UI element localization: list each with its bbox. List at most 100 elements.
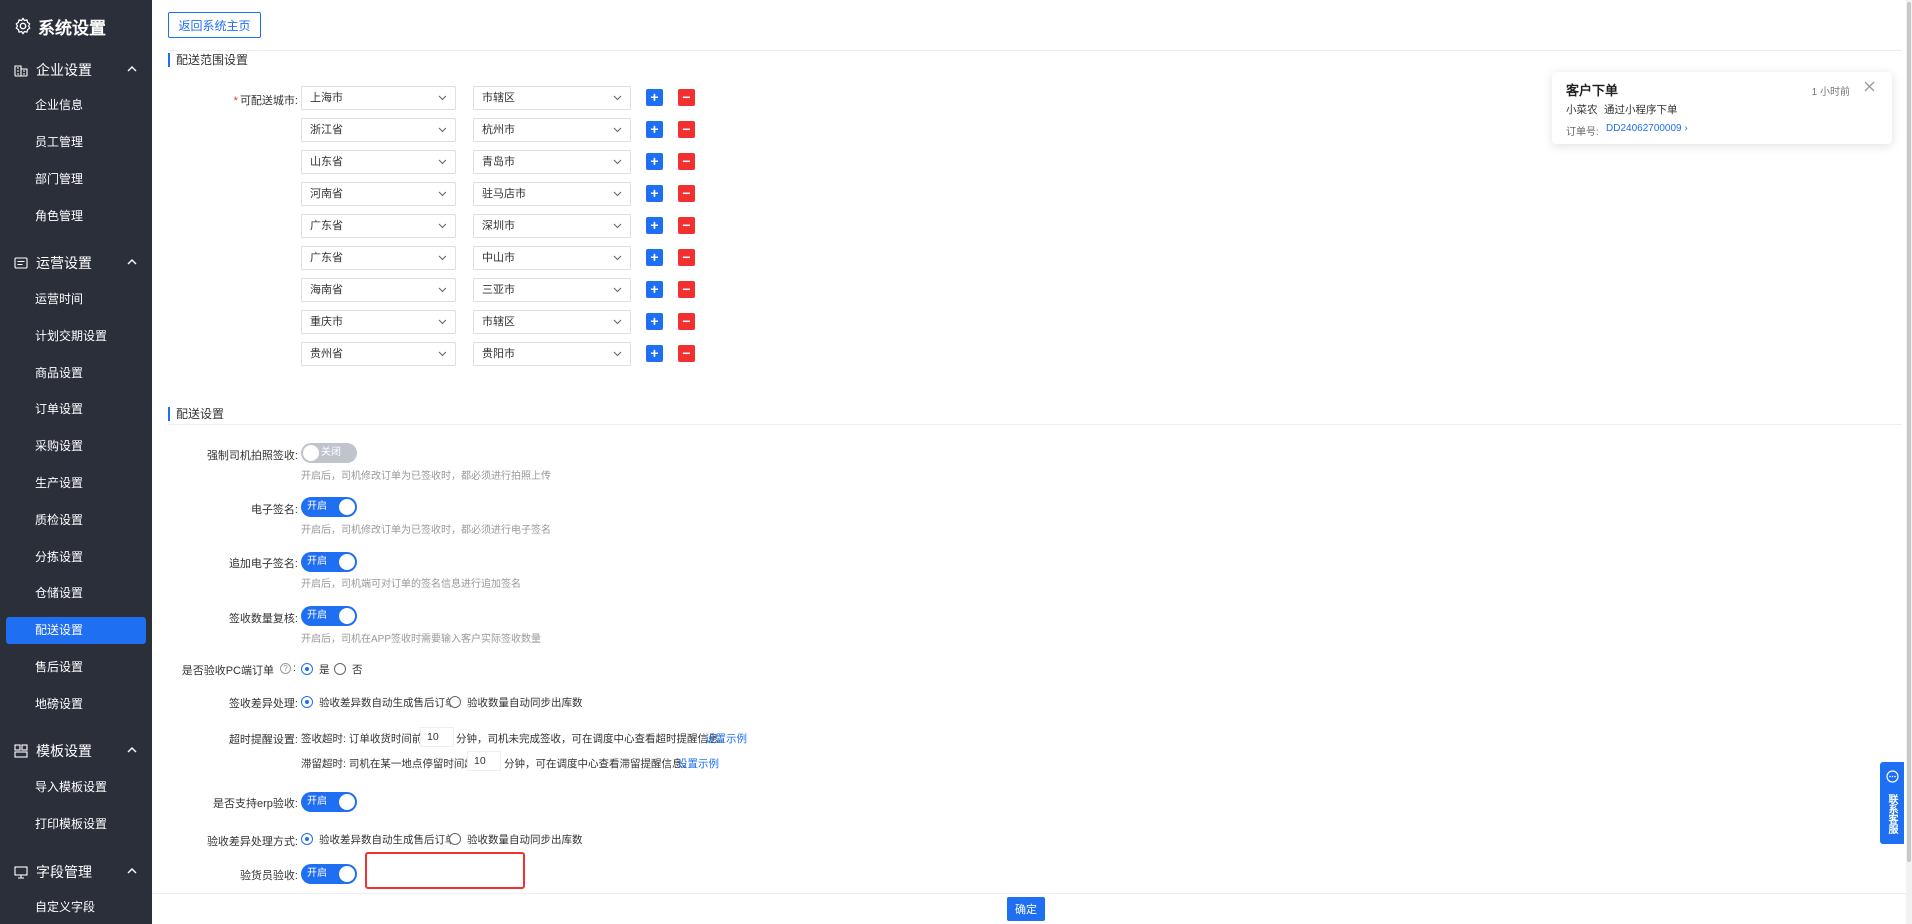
remove-city-button[interactable]: −	[678, 217, 695, 234]
remove-city-button[interactable]: −	[678, 121, 695, 138]
sidebar-item-role[interactable]: 角色管理	[6, 203, 146, 230]
city-select[interactable]: 市辖区	[473, 310, 631, 334]
add-city-button[interactable]: +	[646, 345, 663, 362]
force-photo-switch[interactable]: 关闭	[301, 443, 357, 463]
sidebar-item-storage[interactable]: 仓储设置	[6, 580, 146, 607]
remove-city-button[interactable]: −	[678, 313, 695, 330]
qty-review-switch[interactable]: 开启	[301, 606, 357, 626]
sidebar-item-goods[interactable]: 商品设置	[6, 360, 146, 387]
timeout-stay-suffix: 分钟，可在调度中心查看滞留提醒信息。	[504, 758, 693, 770]
sidebar-group-enterprise[interactable]: 企业设置	[14, 60, 138, 80]
remove-city-button[interactable]: −	[678, 281, 695, 298]
province-select[interactable]: 河南省	[301, 182, 456, 206]
minus-icon: −	[682, 89, 691, 105]
province-select[interactable]: 广东省	[301, 214, 456, 238]
chevron-down-icon	[613, 351, 622, 357]
notification-card[interactable]: 客户下单 1 小时前 小菜农 通过小程序下单 订单号: DD2406270000…	[1552, 72, 1892, 144]
erp-check-switch[interactable]: 开启	[301, 792, 357, 812]
add-city-button[interactable]: +	[646, 89, 663, 106]
help-icon[interactable]: ?	[280, 663, 291, 674]
province-select[interactable]: 浙江省	[301, 118, 456, 142]
radio-pc-yes-label: 是	[319, 664, 330, 676]
sidebar-item-department[interactable]: 部门管理	[6, 166, 146, 193]
notification-title: 客户下单	[1566, 83, 1619, 98]
city-select[interactable]: 杭州市	[473, 118, 631, 142]
scrollbar[interactable]	[1906, 0, 1912, 924]
province-select[interactable]: 山东省	[301, 150, 456, 174]
sign-example-link[interactable]: 设置示例	[705, 731, 747, 746]
required-mark: *	[233, 95, 238, 107]
radio-check-sync[interactable]	[449, 833, 461, 845]
switch-text: 关闭	[321, 447, 341, 458]
province-select[interactable]: 海南省	[301, 278, 456, 302]
city-select[interactable]: 深圳市	[473, 214, 631, 238]
province-select[interactable]: 广东省	[301, 246, 456, 270]
remove-city-button[interactable]: −	[678, 345, 695, 362]
remove-city-button[interactable]: −	[678, 153, 695, 170]
add-city-button[interactable]: +	[646, 185, 663, 202]
sidebar-item-purchase[interactable]: 采购设置	[6, 433, 146, 460]
inspector-check-switch[interactable]: 开启	[301, 864, 357, 884]
sidebar-item-custom-field[interactable]: 自定义字段	[6, 894, 146, 921]
add-city-button[interactable]: +	[646, 249, 663, 266]
add-sign-switch[interactable]: 开启	[301, 552, 357, 572]
notification-time: 1 小时前	[1811, 87, 1850, 98]
province-select[interactable]: 上海市	[301, 86, 456, 110]
sidebar-item-delivery[interactable]: 配送设置	[6, 617, 146, 644]
city-select[interactable]: 三亚市	[473, 278, 631, 302]
notification-order-link[interactable]: DD24062700009 ›	[1606, 123, 1688, 134]
stay-example-link[interactable]: 设置示例	[677, 756, 719, 771]
sidebar-item-op-time[interactable]: 运营时间	[6, 286, 146, 313]
chevron-up-icon	[127, 747, 137, 753]
sidebar-group-operation[interactable]: 运营设置	[14, 253, 138, 273]
chevron-down-icon	[438, 95, 447, 101]
sidebar-item-weighbridge[interactable]: 地磅设置	[6, 691, 146, 718]
sidebar-item-production[interactable]: 生产设置	[6, 470, 146, 497]
sidebar-item-sorting[interactable]: 分拣设置	[6, 544, 146, 571]
city-select[interactable]: 中山市	[473, 246, 631, 270]
sidebar-group-fields[interactable]: 字段管理	[14, 862, 138, 882]
add-city-button[interactable]: +	[646, 313, 663, 330]
city-select[interactable]: 青岛市	[473, 150, 631, 174]
radio-diff-sync[interactable]	[449, 696, 461, 708]
close-icon[interactable]	[1863, 80, 1876, 93]
sidebar-group-template[interactable]: 模板设置	[14, 741, 138, 761]
sidebar-item-print-template[interactable]: 打印模板设置	[6, 811, 146, 838]
sidebar-item-import-template[interactable]: 导入模板设置	[6, 774, 146, 801]
radio-check-aftersale[interactable]	[301, 833, 313, 845]
confirm-button[interactable]: 确定	[1007, 897, 1045, 921]
remove-city-button[interactable]: −	[678, 89, 695, 106]
remove-city-button[interactable]: −	[678, 185, 695, 202]
city-select[interactable]: 市辖区	[473, 86, 631, 110]
scrollbar-thumb[interactable]	[1907, 2, 1911, 862]
notification-customer: 小菜农	[1566, 104, 1598, 116]
chevron-down-icon	[438, 159, 447, 165]
sidebar-item-staff[interactable]: 员工管理	[6, 129, 146, 156]
city-select[interactable]: 贵阳市	[473, 342, 631, 366]
add-city-button[interactable]: +	[646, 281, 663, 298]
sidebar-item-after-sales[interactable]: 售后设置	[6, 654, 146, 681]
remove-city-button[interactable]: −	[678, 249, 695, 266]
sidebar-item-order[interactable]: 订单设置	[6, 396, 146, 423]
sidebar-item-enterprise-info[interactable]: 企业信息	[6, 92, 146, 119]
radio-diff-aftersale[interactable]	[301, 696, 313, 708]
add-city-button[interactable]: +	[646, 217, 663, 234]
section-title-range: 配送范围设置	[168, 53, 248, 67]
form-label-text: 可配送城市:	[239, 95, 298, 107]
back-home-button[interactable]: 返回系统主页	[168, 12, 261, 38]
province-select[interactable]: 贵州省	[301, 342, 456, 366]
province-select[interactable]: 重庆市	[301, 310, 456, 334]
switch-text: 开启	[307, 796, 327, 807]
sign-timeout-input[interactable]: 10	[420, 727, 454, 747]
city-select[interactable]: 驻马店市	[473, 182, 631, 206]
add-city-button[interactable]: +	[646, 121, 663, 138]
radio-pc-no[interactable]	[334, 663, 346, 675]
stay-timeout-input[interactable]: 10	[467, 751, 501, 771]
sidebar-item-quality[interactable]: 质检设置	[6, 507, 146, 534]
minus-icon: −	[682, 121, 691, 137]
radio-pc-yes[interactable]	[301, 663, 313, 675]
sidebar-item-plan-delivery[interactable]: 计划交期设置	[6, 323, 146, 350]
add-city-button[interactable]: +	[646, 153, 663, 170]
e-sign-switch[interactable]: 开启	[301, 497, 357, 517]
contact-service-button[interactable]: 联系客服	[1880, 762, 1904, 844]
